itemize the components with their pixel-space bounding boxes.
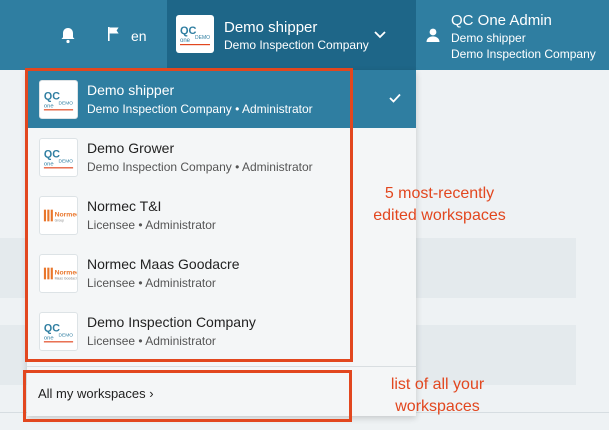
- checkmark-icon: [389, 93, 401, 103]
- dropdown-divider: [27, 366, 416, 367]
- user-org: Demo Inspection Company: [451, 47, 596, 61]
- all-workspaces-highlight: [23, 370, 352, 422]
- svg-text:DEMO: DEMO: [195, 35, 210, 41]
- qc-one-logo: QC one DEMO: [176, 15, 214, 53]
- user-icon[interactable]: [425, 27, 441, 43]
- all-annotation: list of all your workspaces: [355, 374, 520, 418]
- app-header: en QC one DEMO Demo shipper Demo Inspect…: [0, 0, 609, 70]
- svg-text:one: one: [180, 38, 191, 44]
- all-annotation-line-2: workspaces: [395, 398, 480, 415]
- recent-annotation: 5 most-recently edited workspaces: [352, 183, 527, 227]
- flag-icon[interactable]: [106, 26, 122, 42]
- bell-icon[interactable]: [59, 26, 77, 44]
- language-selector[interactable]: en: [131, 28, 147, 44]
- current-workspace-org: Demo Inspection Company: [224, 38, 369, 52]
- chevron-down-icon: [374, 31, 386, 39]
- workspace-switcher[interactable]: QC one DEMO Demo shipper Demo Inspection…: [167, 0, 416, 70]
- recent-annotation-line-1: 5 most-recently: [384, 185, 495, 202]
- current-workspace-name: Demo shipper: [224, 19, 318, 36]
- all-annotation-line-1: list of all your: [390, 376, 485, 393]
- page-panel-2: [416, 238, 576, 298]
- user-workspace: Demo shipper: [451, 31, 526, 45]
- user-name[interactable]: QC One Admin: [451, 12, 552, 29]
- recent-annotation-line-2: edited workspaces: [373, 207, 506, 224]
- recent-workspaces-highlight: [25, 68, 353, 362]
